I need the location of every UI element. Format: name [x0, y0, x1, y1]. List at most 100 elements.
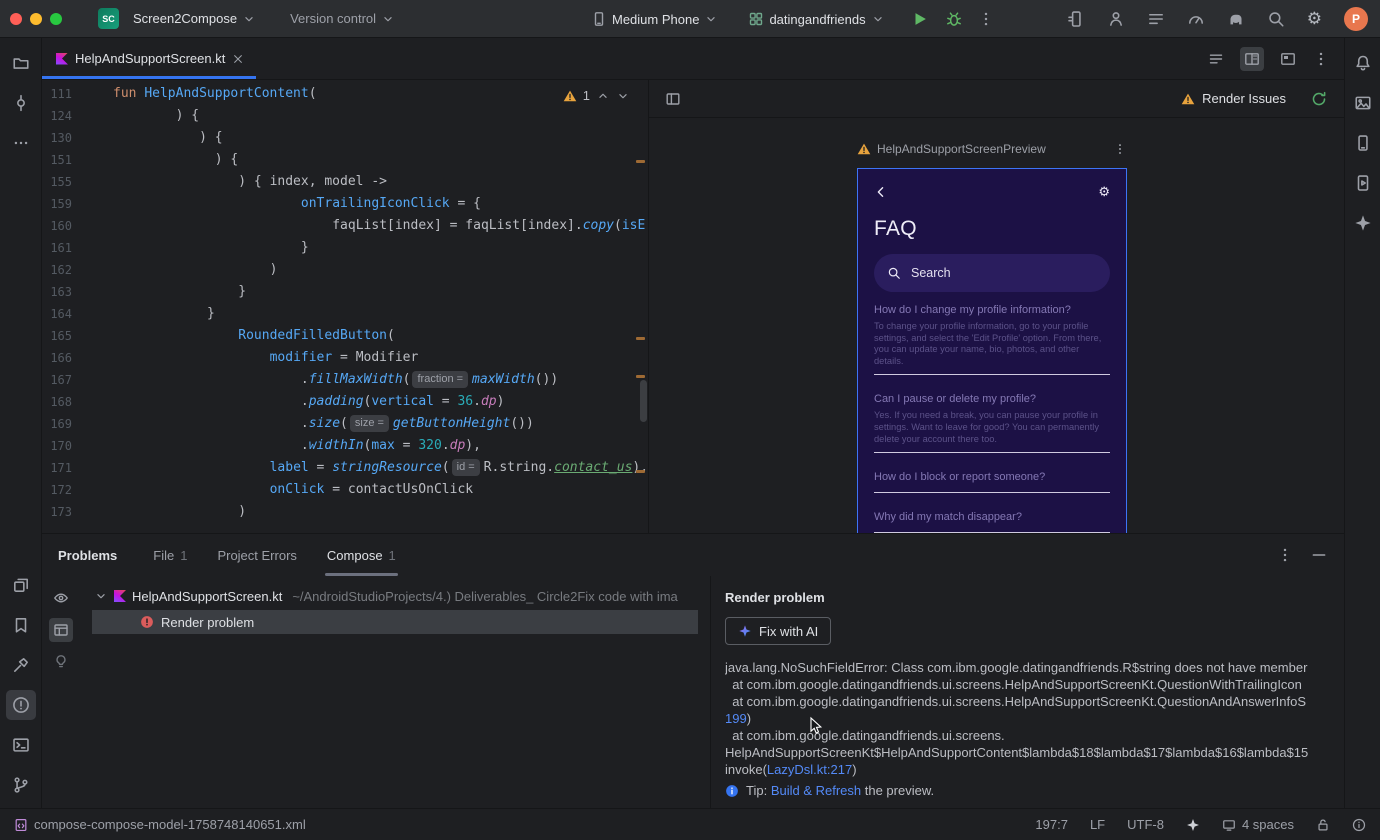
- inspection-widget[interactable]: 1: [563, 88, 630, 103]
- line-number: 162: [50, 263, 72, 277]
- build-refresh-icon[interactable]: [1310, 90, 1328, 108]
- code-line[interactable]: 173): [42, 501, 648, 523]
- stack-trace-link[interactable]: LazyDsl.kt:217: [767, 762, 852, 777]
- file-encoding[interactable]: UTF-8: [1127, 817, 1164, 832]
- problems-tab-file[interactable]: File 1: [153, 534, 187, 576]
- problems-tab-project-errors[interactable]: Project Errors: [217, 534, 296, 576]
- code-line[interactable]: 167 .fillMaxWidth(fraction = maxWidth()): [42, 369, 648, 391]
- android-studio-window: SC Screen2Compose Version control Medium…: [0, 0, 1380, 840]
- problems-tab-compose[interactable]: Compose 1: [324, 534, 398, 576]
- project-menu[interactable]: Screen2Compose: [127, 7, 262, 30]
- commit-tool-icon[interactable]: [6, 88, 36, 118]
- quick-fix-toggle[interactable]: [49, 650, 73, 674]
- problems-file-row[interactable]: HelpAndSupportScreen.kt ~/AndroidStudioP…: [80, 584, 710, 608]
- details-view-toggle[interactable]: [49, 618, 73, 642]
- ai-status-icon[interactable]: [1186, 818, 1200, 832]
- problems-tree[interactable]: HelpAndSupportScreen.kt ~/AndroidStudioP…: [80, 576, 710, 808]
- fix-with-ai-button[interactable]: Fix with AI: [725, 617, 832, 645]
- editor-tab[interactable]: HelpAndSupportScreen.kt: [42, 38, 257, 79]
- code-line[interactable]: 155) { index, model ->: [42, 171, 648, 193]
- code-line[interactable]: 160 faqList[index] = faqList[index].copy(…: [42, 215, 648, 237]
- gradle-icon[interactable]: [1227, 10, 1245, 28]
- code-line[interactable]: 159 onTrailingIconClick = {: [42, 193, 648, 215]
- prev-issue-icon[interactable]: [596, 89, 610, 103]
- hide-panel-icon[interactable]: [1310, 546, 1328, 564]
- code-line[interactable]: 171 label = stringResource(id = R.string.c…: [42, 457, 648, 479]
- version-control-icon[interactable]: [6, 770, 36, 800]
- chevron-down-icon[interactable]: [94, 589, 108, 603]
- minimize-window-button[interactable]: [30, 12, 42, 25]
- design-view-toggle[interactable]: [1276, 47, 1300, 71]
- code-line[interactable]: 130) {: [42, 127, 648, 149]
- code-line[interactable]: 151) {: [42, 149, 648, 171]
- code-view-toggle[interactable]: [1204, 47, 1228, 71]
- settings-gear-icon[interactable]: ⚙: [1307, 10, 1322, 27]
- code-line[interactable]: 166 modifier = Modifier: [42, 347, 648, 369]
- tip-text: Tip: Build & Refresh the preview.: [746, 783, 935, 798]
- render-issues-chip[interactable]: Render Issues: [1181, 91, 1286, 106]
- device-selector[interactable]: Medium Phone: [585, 7, 724, 31]
- code-line[interactable]: 169 .size(size = getButtonHeight()): [42, 413, 648, 435]
- code-line[interactable]: 161}: [42, 237, 648, 259]
- code-editor[interactable]: 111 fun HelpAndSupportContent(124) {130) …: [42, 80, 648, 533]
- code-line[interactable]: 162): [42, 259, 648, 281]
- search-icon[interactable]: [1267, 10, 1285, 28]
- running-devices-icon[interactable]: [1348, 168, 1378, 198]
- panel-options-kebab-icon[interactable]: [1276, 546, 1294, 564]
- close-window-button[interactable]: [10, 12, 22, 25]
- terminal-icon[interactable]: [6, 730, 36, 760]
- debug-button[interactable]: [945, 10, 963, 28]
- project-tool-icon[interactable]: [6, 48, 36, 78]
- next-issue-icon[interactable]: [616, 89, 630, 103]
- close-tab-icon[interactable]: [232, 53, 244, 65]
- build-refresh-link[interactable]: Build & Refresh: [771, 783, 861, 798]
- preview-options-kebab-icon[interactable]: [1113, 142, 1127, 156]
- run-config-selector[interactable]: datingandfriends: [742, 7, 890, 31]
- code-line[interactable]: 165 RoundedFilledButton(: [42, 325, 648, 347]
- run-button[interactable]: [911, 10, 929, 28]
- logcat-icon[interactable]: [1147, 10, 1165, 28]
- problem-label: Render problem: [161, 614, 255, 630]
- device-mirror-icon[interactable]: [1067, 10, 1085, 28]
- resource-manager-icon[interactable]: [1348, 88, 1378, 118]
- build-icon[interactable]: [6, 650, 36, 680]
- tip-row: Tip: Build & Refresh the preview.: [725, 783, 1344, 798]
- gemini-icon[interactable]: [1348, 208, 1378, 238]
- status-file[interactable]: compose-compose-model-1758748140651.xml: [14, 817, 306, 832]
- parameter-hint-chip: size =: [349, 415, 389, 432]
- code-line[interactable]: 164}: [42, 303, 648, 325]
- profile-avatar[interactable]: P: [1344, 6, 1368, 31]
- build-variants-icon[interactable]: [6, 570, 36, 600]
- preview-layout-icon[interactable]: [665, 91, 681, 107]
- design-canvas[interactable]: HelpAndSupportScreenPreview ⚙ FAQ Search…: [649, 118, 1344, 533]
- stack-trace-link[interactable]: 199: [725, 711, 747, 726]
- code-line[interactable]: 170 .widthIn(max = 320.dp),: [42, 435, 648, 457]
- notifications-status-icon[interactable]: [1352, 818, 1366, 832]
- split-view-icon: [1244, 51, 1260, 67]
- line-separator[interactable]: LF: [1090, 817, 1105, 832]
- code-line[interactable]: 111 fun HelpAndSupportContent(: [42, 83, 648, 105]
- cursor-position[interactable]: 197:7: [1035, 817, 1068, 832]
- split-view-toggle[interactable]: [1240, 46, 1264, 71]
- more-run-options-icon[interactable]: [977, 10, 995, 28]
- indent-widget[interactable]: 4 spaces: [1222, 817, 1294, 832]
- bookmarks-icon[interactable]: [6, 610, 36, 640]
- editor-options-kebab-icon[interactable]: [1312, 50, 1330, 68]
- preview-issue-toggle[interactable]: [49, 586, 73, 610]
- version-control-menu[interactable]: Version control: [284, 7, 401, 30]
- notifications-bell-icon[interactable]: [1348, 48, 1378, 78]
- problems-tool-icon[interactable]: [5, 690, 36, 720]
- chevron-down-icon: [704, 12, 718, 26]
- code-line[interactable]: 168 .padding(vertical = 36.dp): [42, 391, 648, 413]
- editor-scrollbar[interactable]: [640, 380, 647, 422]
- more-tool-windows-icon[interactable]: [6, 128, 36, 158]
- lock-icon[interactable]: [1316, 818, 1330, 832]
- maximize-window-button[interactable]: [50, 12, 62, 25]
- problem-row-selected[interactable]: Render problem: [92, 610, 698, 634]
- code-line[interactable]: 172 onClick = contactUsOnClick: [42, 479, 648, 501]
- code-line[interactable]: 124) {: [42, 105, 648, 127]
- device-manager-icon[interactable]: [1348, 128, 1378, 158]
- profiler-icon[interactable]: [1187, 10, 1205, 28]
- code-with-me-icon[interactable]: [1107, 10, 1125, 28]
- code-line[interactable]: 163}: [42, 281, 648, 303]
